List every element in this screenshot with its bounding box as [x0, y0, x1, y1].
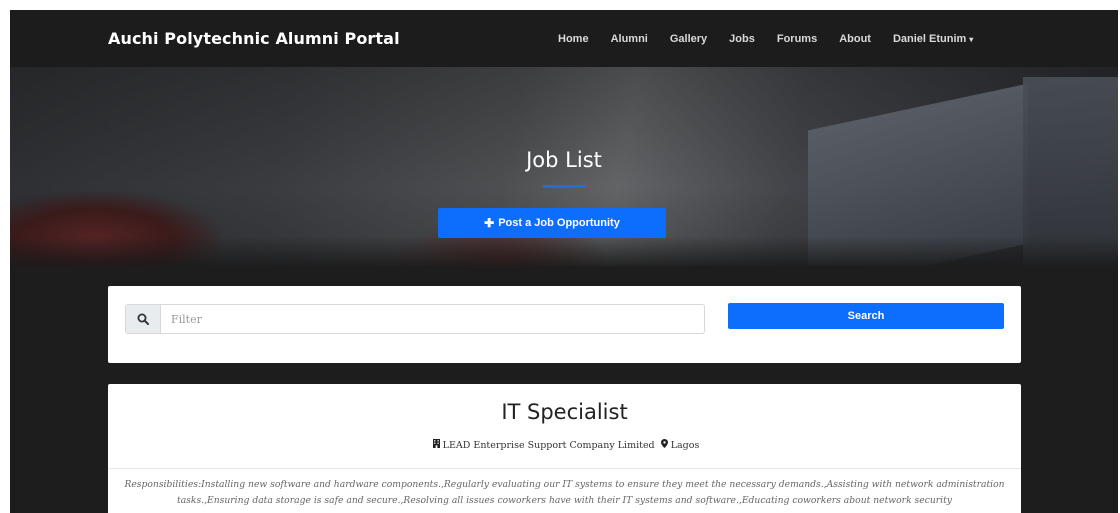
- nav-item-gallery[interactable]: Gallery: [670, 33, 707, 45]
- user-name: Daniel Etunim: [892, 32, 967, 45]
- post-job-button[interactable]: ✚ Post a Job Opportunity: [438, 208, 666, 238]
- job-meta: LEAD Enterprise Support Company Limited …: [108, 439, 1021, 451]
- title-divider: [543, 185, 586, 188]
- hero-background-ground: [10, 236, 1118, 266]
- job-description: Responsibilities:Installing new software…: [124, 479, 1005, 506]
- hero-banner: Job List ✚ Post a Job Opportunity: [10, 67, 1118, 266]
- filter-input[interactable]: [161, 306, 704, 332]
- chevron-down-icon: ▾: [969, 34, 974, 44]
- divider: [108, 468, 1021, 469]
- search-button[interactable]: Search: [728, 303, 1004, 329]
- nav-menu: Home Alumni Gallery Jobs Forums About Da…: [558, 10, 995, 67]
- nav-item-home[interactable]: Home: [558, 33, 589, 45]
- nav-item-about[interactable]: About: [839, 33, 871, 45]
- search-card: Search: [108, 286, 1021, 363]
- job-location: Lagos: [670, 440, 700, 451]
- search-group: [125, 304, 705, 334]
- navbar: Auchi Polytechnic Alumni Portal Home Alu…: [10, 10, 1118, 67]
- app-frame: Auchi Polytechnic Alumni Portal Home Alu…: [10, 10, 1118, 513]
- job-title[interactable]: IT Specialist: [108, 400, 1021, 424]
- job-card: IT Specialist LEAD Enterprise Support Co…: [108, 384, 1021, 513]
- map-marker-icon: [660, 439, 668, 451]
- user-menu[interactable]: Daniel Etunim ▾: [893, 33, 973, 45]
- nav-item-alumni[interactable]: Alumni: [611, 33, 648, 45]
- search-icon: [126, 305, 161, 333]
- nav-item-forums[interactable]: Forums: [777, 33, 817, 45]
- brand-title[interactable]: Auchi Polytechnic Alumni Portal: [108, 10, 400, 67]
- nav-item-jobs[interactable]: Jobs: [729, 33, 755, 45]
- page-title: Job List: [526, 148, 602, 172]
- job-company: LEAD Enterprise Support Company Limited: [442, 440, 655, 451]
- post-job-button-label: Post a Job Opportunity: [498, 217, 620, 229]
- building-icon: [432, 439, 440, 451]
- plus-icon: ✚: [484, 216, 495, 230]
